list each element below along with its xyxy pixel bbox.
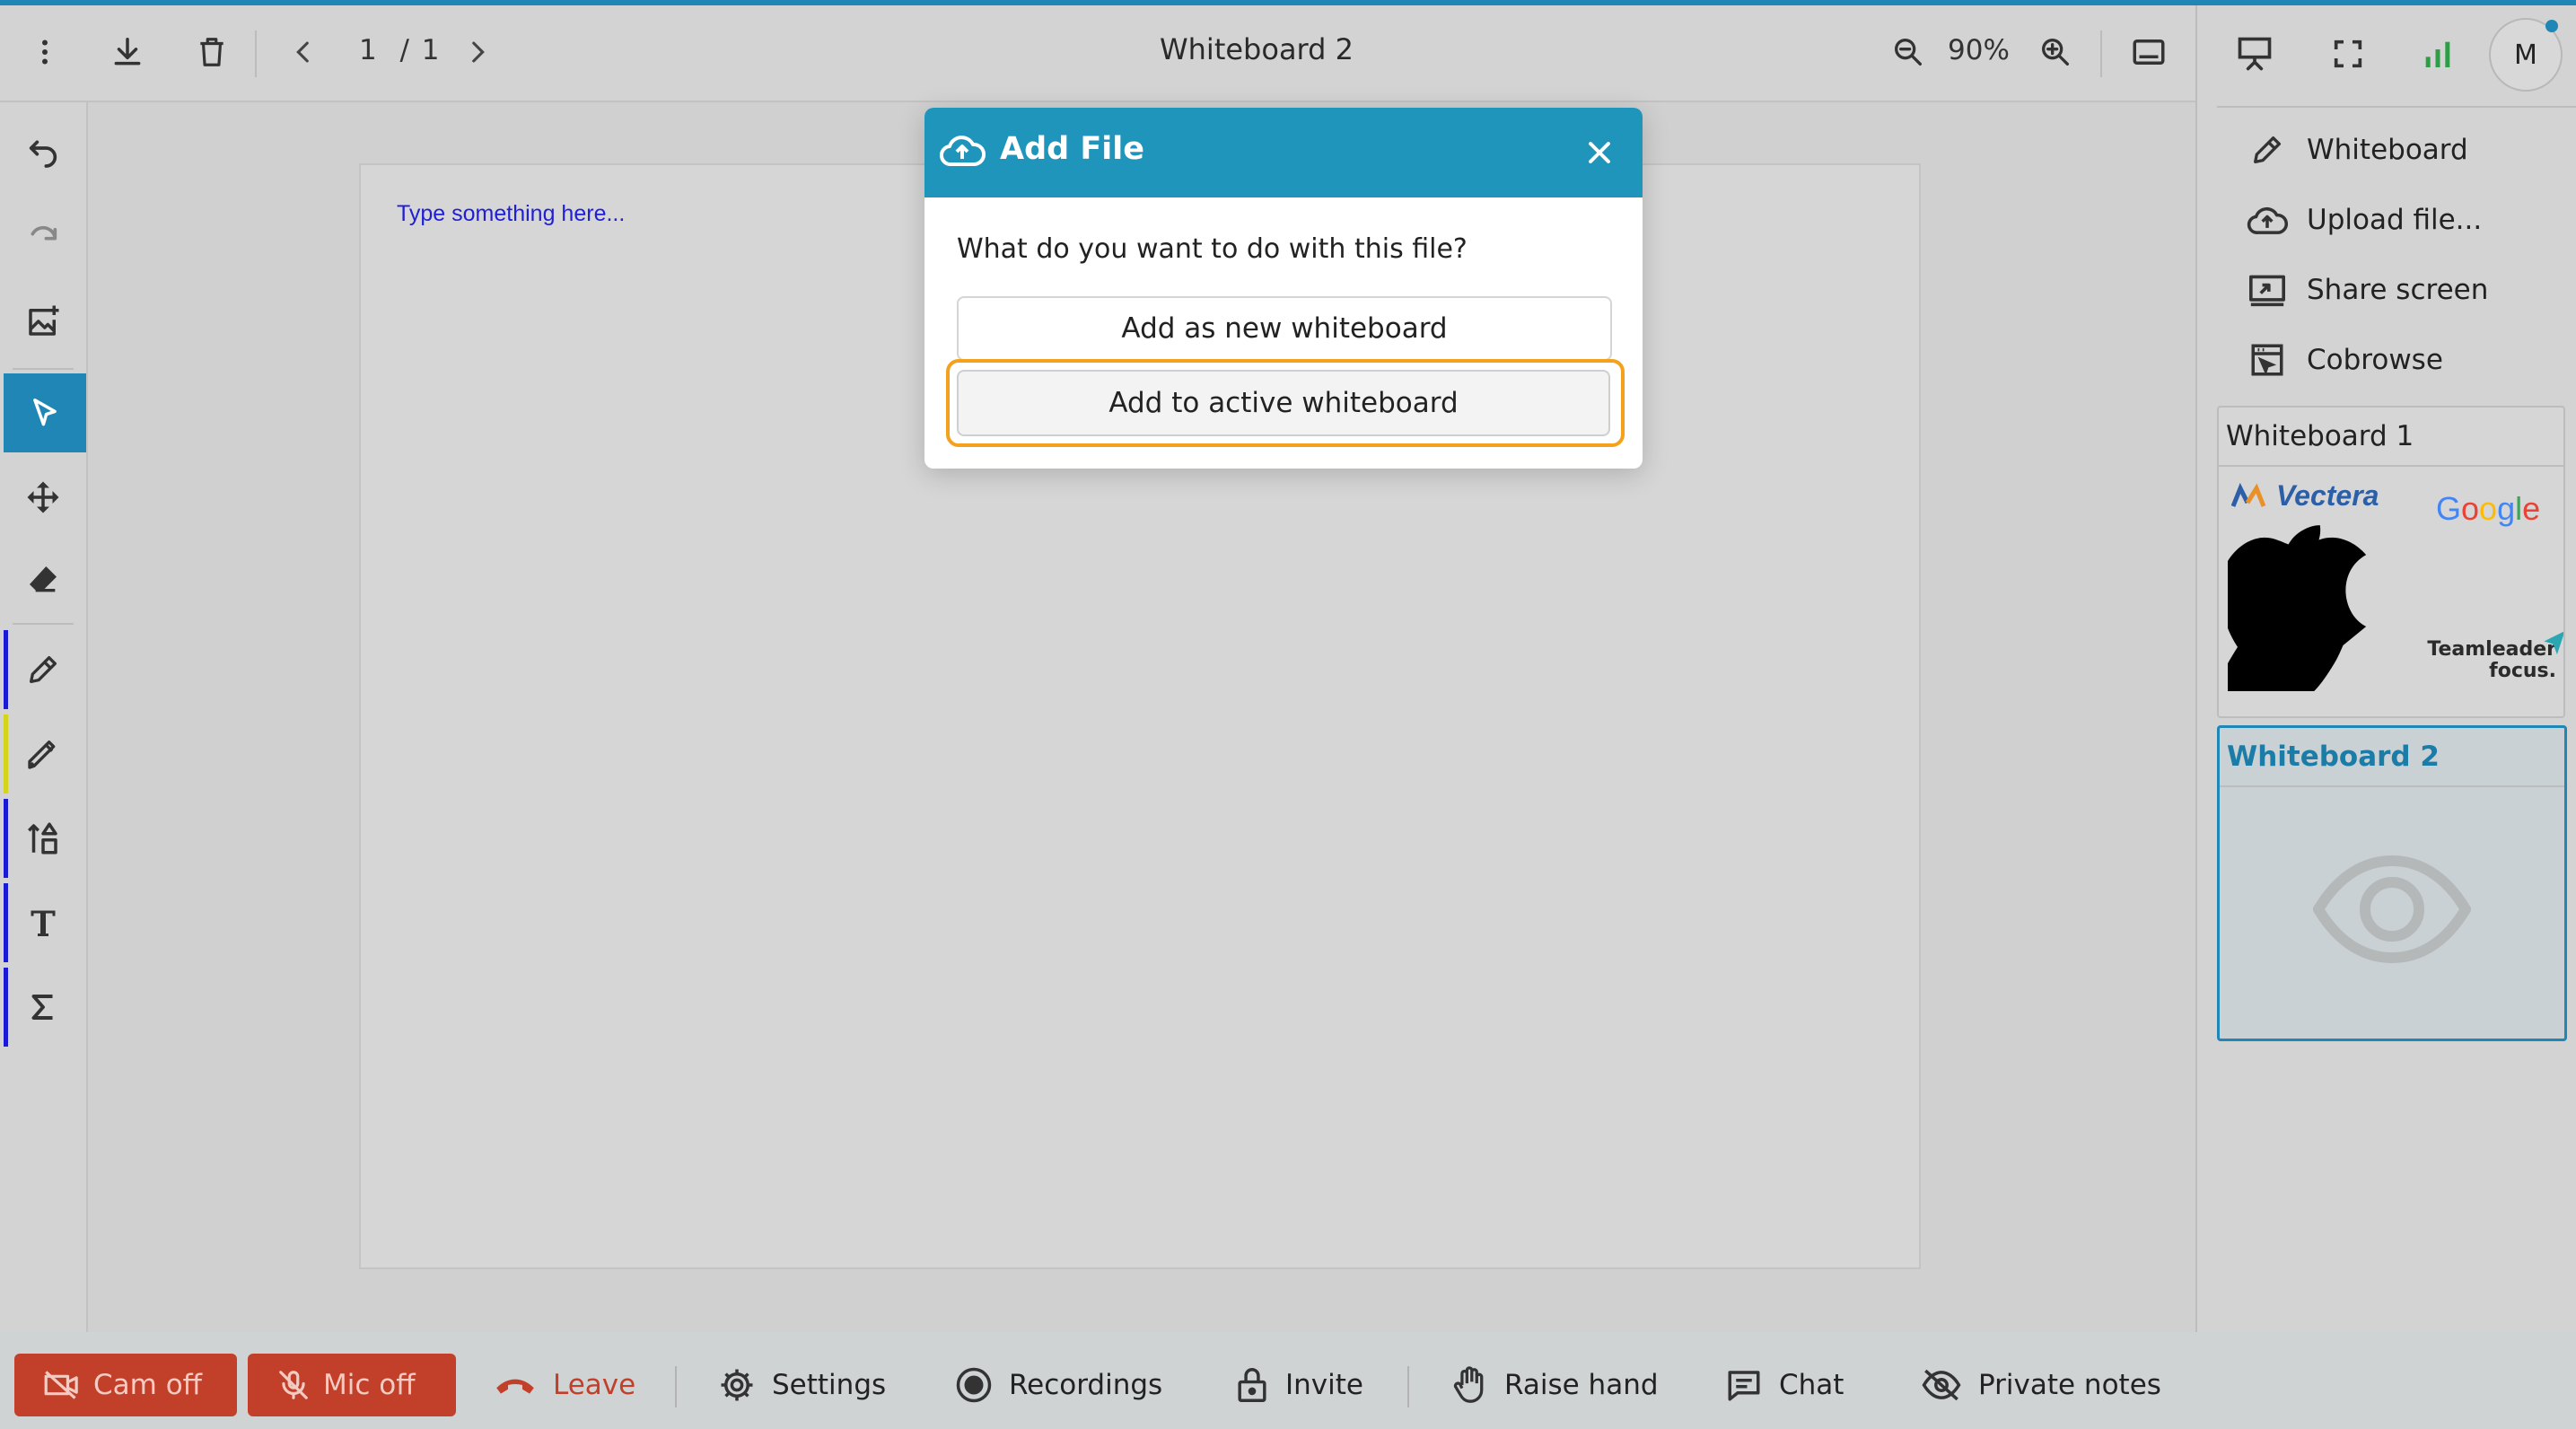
zoom-out-icon[interactable]: [1885, 29, 1932, 75]
apple-logo: [2228, 521, 2368, 691]
leave-label: Leave: [553, 1369, 636, 1401]
download-icon[interactable]: [104, 29, 151, 75]
eraser-icon[interactable]: [7, 544, 79, 616]
share-screen-icon: [2244, 267, 2291, 313]
private-notes-button[interactable]: Private notes: [1921, 1354, 2161, 1416]
menu-whiteboard[interactable]: Whiteboard: [2244, 123, 2468, 177]
invite-label: Invite: [1285, 1369, 1363, 1401]
presentation-icon[interactable]: [2231, 31, 2278, 77]
settings-label: Settings: [772, 1369, 887, 1401]
right-panel-toolbar: M: [2197, 5, 2576, 101]
canvas-text-placeholder[interactable]: Type something here...: [397, 201, 625, 227]
dialog-title: Add File: [1000, 131, 1145, 167]
close-icon[interactable]: [1574, 127, 1625, 178]
page-indicator: 1 / 1: [359, 34, 441, 66]
avatar-status-dot: [2545, 20, 2558, 32]
hang-up-icon: [494, 1372, 537, 1398]
add-image-icon[interactable]: [7, 285, 79, 357]
raise-hand-label: Raise hand: [1504, 1369, 1659, 1401]
microphone-off-icon: [276, 1367, 311, 1403]
whiteboard-thumbnail-2-label: Whiteboard 2: [2220, 728, 2564, 787]
chat-label: Chat: [1779, 1369, 1844, 1401]
toggle-panel-icon[interactable]: [2125, 29, 2172, 75]
dialog-question: What do you want to do with this file?: [957, 233, 1468, 265]
lock-icon: [1235, 1366, 1269, 1404]
settings-button[interactable]: Settings: [718, 1354, 886, 1416]
pencil-icon: [2244, 127, 2291, 173]
record-icon: [955, 1366, 993, 1404]
dialog-header: Add File: [924, 108, 1643, 197]
leave-button[interactable]: Leave: [494, 1354, 635, 1416]
chat-icon: [1725, 1367, 1763, 1403]
zoom-level: 90%: [1948, 34, 2010, 66]
teamleader-logo: Teamleader focus.: [2404, 631, 2563, 682]
google-logo: Google: [2436, 490, 2541, 527]
hand-icon: [1452, 1365, 1488, 1405]
menu-share-screen[interactable]: Share screen: [2244, 263, 2488, 317]
highlighter-tool-icon[interactable]: [7, 718, 79, 790]
whiteboard-thumbnail-2[interactable]: Whiteboard 2: [2217, 725, 2567, 1041]
gear-icon: [718, 1366, 756, 1404]
page-total: / 1: [399, 34, 442, 66]
whiteboard-thumbnail-1[interactable]: Whiteboard 1 Vectera Google Teamleader f…: [2217, 406, 2565, 718]
pan-tool-icon[interactable]: [7, 461, 79, 533]
next-page-icon[interactable]: [454, 29, 501, 75]
add-as-new-whiteboard-button[interactable]: Add as new whiteboard: [957, 296, 1612, 361]
cloud-upload-icon: [939, 129, 986, 171]
whiteboard-1-preview: Vectera Google Teamleader focus.: [2219, 467, 2563, 714]
raise-hand-button[interactable]: Raise hand: [1452, 1354, 1659, 1416]
menu-cobrowse-label: Cobrowse: [2307, 344, 2443, 376]
menu-upload-file-label: Upload file...: [2307, 204, 2483, 236]
menu-share-screen-label: Share screen: [2307, 274, 2489, 306]
undo-icon[interactable]: [7, 117, 79, 188]
mic-off-label: Mic off: [323, 1369, 416, 1401]
menu-whiteboard-label: Whiteboard: [2307, 134, 2468, 166]
delete-icon[interactable]: [188, 29, 235, 75]
eye-off-icon: [1921, 1367, 1962, 1403]
previous-page-icon[interactable]: [280, 29, 327, 75]
recordings-label: Recordings: [1009, 1369, 1163, 1401]
mic-off-button[interactable]: Mic off: [248, 1354, 456, 1416]
menu-cobrowse[interactable]: Cobrowse: [2244, 333, 2443, 387]
vectera-logo-text: Vectera: [2276, 479, 2379, 512]
more-options-icon[interactable]: [22, 29, 68, 75]
teamleader-logo-text: Teamleader focus.: [2427, 638, 2556, 682]
select-tool-icon[interactable]: [4, 373, 86, 452]
whiteboard-title: Whiteboard 2: [1160, 32, 1354, 66]
right-panel: M Whiteboard Upload file... Share screen…: [2197, 5, 2576, 1332]
pen-tool-icon[interactable]: [7, 634, 79, 706]
menu-upload-file[interactable]: Upload file...: [2244, 193, 2482, 247]
cobrowse-icon: [2244, 337, 2291, 383]
panel-divider: [2217, 106, 2576, 108]
whiteboard-thumbnail-1-label: Whiteboard 1: [2219, 408, 2563, 467]
text-tool-icon[interactable]: [7, 887, 79, 959]
drawing-tools-sidebar: [0, 102, 88, 1332]
recordings-button[interactable]: Recordings: [955, 1354, 1162, 1416]
cloud-upload-icon: [2244, 197, 2291, 243]
zoom-in-icon[interactable]: [2032, 29, 2079, 75]
add-file-dialog: Add File What do you want to do with thi…: [924, 108, 1643, 469]
cam-off-button[interactable]: Cam off: [14, 1354, 237, 1416]
connection-quality-icon[interactable]: [2414, 31, 2461, 77]
chat-button[interactable]: Chat: [1725, 1354, 1844, 1416]
page-current: 1: [359, 34, 379, 66]
formula-tool-icon[interactable]: [7, 971, 79, 1043]
add-to-active-whiteboard-button[interactable]: Add to active whiteboard: [957, 370, 1610, 436]
vectera-logo: Vectera: [2231, 479, 2379, 513]
camera-off-icon: [43, 1368, 81, 1402]
private-notes-label: Private notes: [1978, 1369, 2161, 1401]
cam-off-label: Cam off: [93, 1369, 203, 1401]
eye-icon: [2220, 787, 2564, 1031]
whiteboard-toolbar: 1 / 1 Whiteboard 2 90%: [0, 5, 2195, 102]
redo-icon[interactable]: [7, 201, 79, 273]
fullscreen-icon[interactable]: [2325, 31, 2371, 77]
call-controls-bar: Cam off Mic off Leave Settings Recording…: [0, 1334, 2576, 1429]
shapes-tool-icon[interactable]: [7, 802, 79, 874]
invite-button[interactable]: Invite: [1235, 1354, 1363, 1416]
